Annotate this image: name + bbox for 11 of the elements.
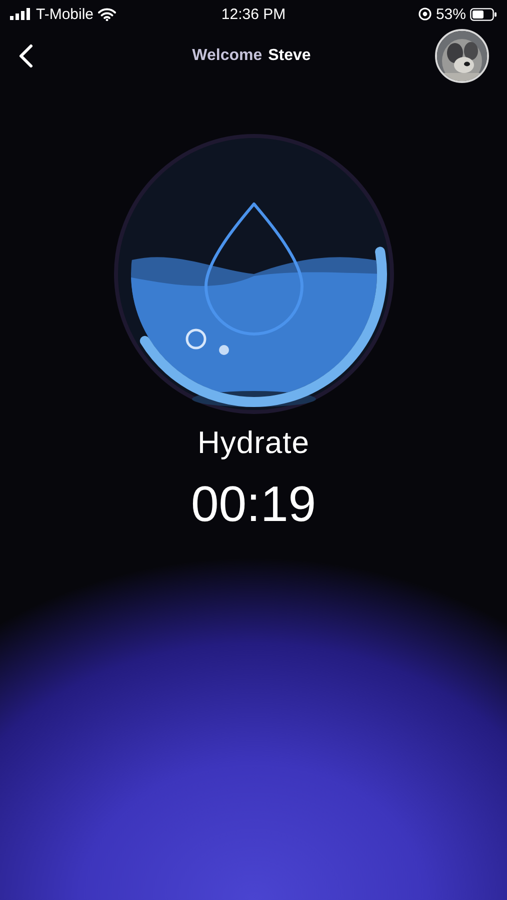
battery-percent: 53% [436,6,466,22]
carrier-name: T-Mobile [36,6,94,22]
activity-name: Hydrate [197,425,310,461]
signal-icon [10,8,32,20]
welcome-label: Welcome [192,47,262,65]
battery-icon [470,8,497,20]
timer-value: 00:19 [190,475,316,533]
clock-time: 12:36 PM [221,6,286,22]
user-name: Steve [268,47,311,65]
orientation-lock-icon [418,7,432,21]
wifi-icon [98,8,116,20]
